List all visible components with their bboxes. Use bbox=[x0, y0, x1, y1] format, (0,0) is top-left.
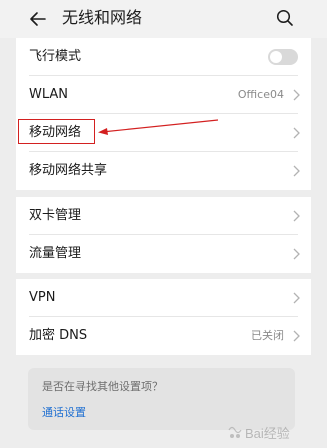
setting-wlan[interactable]: WLAN Office04 bbox=[16, 76, 311, 114]
settings-group-sim: 双卡管理 流量管理 bbox=[16, 197, 311, 273]
chevron-right-icon bbox=[293, 248, 300, 260]
watermark-logo: Bai经验 bbox=[228, 426, 290, 441]
setting-label: 飞行模式 bbox=[29, 49, 82, 64]
back-arrow-icon[interactable] bbox=[28, 9, 48, 29]
chevron-right-icon bbox=[293, 210, 300, 222]
annotation-highlight-box bbox=[18, 119, 95, 144]
private-dns-status: 已关闭 bbox=[251, 329, 284, 342]
top-bar: 无线和网络 bbox=[0, 0, 327, 38]
setting-label: 双卡管理 bbox=[29, 208, 82, 223]
setting-data-usage[interactable]: 流量管理 bbox=[16, 235, 311, 273]
call-settings-link[interactable]: 通话设置 bbox=[42, 405, 86, 421]
wlan-network-value: Office04 bbox=[237, 88, 284, 101]
setting-label: 流量管理 bbox=[29, 246, 82, 261]
setting-tethering[interactable]: 移动网络共享 bbox=[16, 152, 311, 190]
suggestion-card: 是否在寻找其他设置项？ 通话设置 bbox=[28, 368, 295, 430]
search-icon[interactable] bbox=[276, 9, 294, 27]
toggle-knob bbox=[270, 51, 282, 63]
setting-airplane-mode[interactable]: 飞行模式 bbox=[16, 38, 311, 76]
watermark-text: Bai经验 bbox=[245, 426, 290, 441]
setting-label: VPN bbox=[29, 290, 56, 305]
chevron-right-icon bbox=[293, 330, 300, 342]
setting-label: 加密 DNS bbox=[29, 328, 88, 343]
suggestion-question: 是否在寻找其他设置项？ bbox=[42, 380, 163, 393]
setting-label: 移动网络共享 bbox=[29, 163, 108, 178]
setting-label: WLAN bbox=[29, 87, 69, 102]
chevron-right-icon bbox=[293, 292, 300, 304]
airplane-mode-toggle[interactable] bbox=[268, 49, 298, 65]
chevron-right-icon bbox=[293, 165, 300, 177]
annotation-arrow-icon bbox=[98, 119, 219, 135]
chevron-right-icon bbox=[293, 89, 300, 101]
setting-dual-sim[interactable]: 双卡管理 bbox=[16, 197, 311, 235]
chevron-right-icon bbox=[293, 127, 300, 139]
settings-group-privacy: VPN 加密 DNS 已关闭 bbox=[16, 279, 311, 355]
setting-private-dns[interactable]: 加密 DNS 已关闭 bbox=[16, 317, 311, 355]
page-title: 无线和网络 bbox=[62, 8, 143, 27]
setting-vpn[interactable]: VPN bbox=[16, 279, 311, 317]
